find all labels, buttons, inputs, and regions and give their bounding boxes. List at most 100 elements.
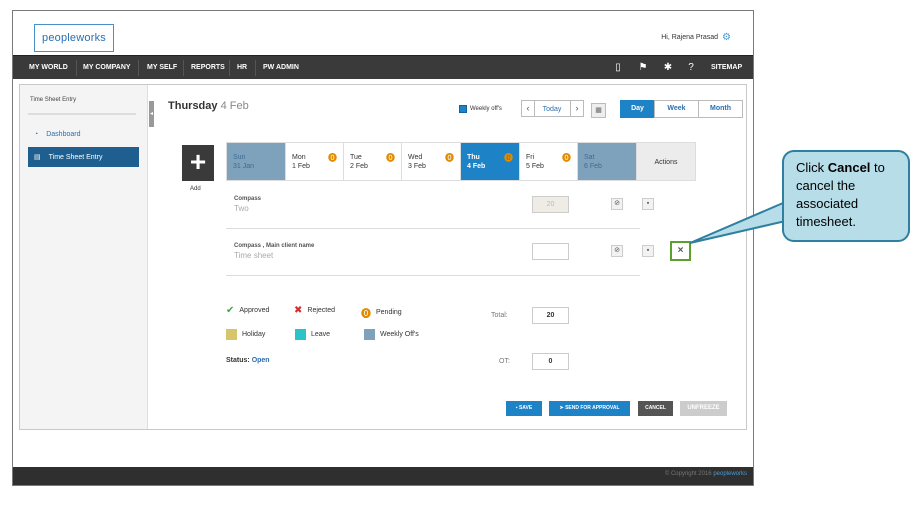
comment-icon[interactable]: ▪ (642, 198, 654, 210)
timesheet-main: Thursday 4 Feb Weekly off's ‹ Today › ▦ … (154, 85, 746, 429)
status-text: Status: Open (226, 357, 270, 364)
flag-icon[interactable]: ⚑ (633, 56, 653, 80)
nav-my-self[interactable]: MY SELF (139, 56, 185, 80)
pending-icon: ⓿ (385, 153, 395, 163)
timesheet-row-label: Compass Two (234, 195, 261, 213)
day-header-sun[interactable]: Sun 31 Jan (226, 142, 286, 181)
page-title: Thursday 4 Feb (168, 100, 249, 112)
top-nav-bar: MY WORLD MY COMPANY MY SELF REPORTS HR P… (13, 55, 753, 79)
sidebar-item-label: Dashboard (46, 130, 81, 138)
next-day-button[interactable]: › (570, 100, 584, 117)
save-button[interactable]: ▪ SAVE (506, 401, 542, 416)
today-button[interactable]: Today (534, 100, 570, 117)
pending-icon: ⓿ (361, 309, 371, 320)
timesheet-icon: ▤ (34, 154, 41, 161)
pending-icon: ⓿ (444, 153, 454, 163)
day-header-fri[interactable]: Fri 5 Feb ⓿ (519, 142, 578, 181)
day-header-date: 3 Feb (408, 163, 426, 170)
day-header-name: Sun (233, 154, 246, 161)
row-task: Two (234, 204, 249, 213)
sidebar-item-time-sheet-entry[interactable]: ▤ Time Sheet Entry (28, 147, 139, 167)
help-icon[interactable]: ? (681, 56, 701, 80)
cancel-button[interactable]: CANCEL (638, 401, 673, 416)
footer-copyright: © Copyright 2016 peopleworks (665, 471, 747, 477)
logo-text: peopleworks (42, 32, 106, 44)
row-task: Time sheet (234, 251, 274, 260)
greeting-text: Hi, Rajena Prasad (661, 34, 719, 41)
checkbox-icon (459, 105, 467, 113)
day-header-thu[interactable]: Thu 4 Feb ⓿ (460, 142, 520, 181)
nav-hr[interactable]: HR (229, 56, 255, 80)
day-header-wed[interactable]: Wed 3 Feb ⓿ (401, 142, 461, 181)
nav-my-company[interactable]: MY COMPANY (75, 56, 139, 80)
day-header-date: 6 Feb (584, 163, 602, 170)
total-label: Total: (491, 312, 508, 319)
nav-reports[interactable]: REPORTS (183, 56, 233, 80)
tab-month[interactable]: Month (698, 100, 743, 118)
attachment-icon[interactable]: ⊘ (611, 198, 623, 210)
sidebar-title: Time Sheet Entry (30, 97, 77, 103)
ot-label: OT: (499, 358, 510, 365)
copyright-text: © Copyright 2016 (664, 471, 712, 477)
tab-week[interactable]: Week (654, 100, 699, 118)
dashboard-icon: ◔ (34, 130, 39, 138)
day-name: Thursday (168, 100, 218, 112)
callout-bold: Cancel (827, 160, 871, 175)
nav-sitemap[interactable]: SITEMAP (703, 56, 750, 80)
row-project: Compass , Main client name (234, 243, 315, 249)
calendar-icon[interactable]: ▦ (591, 103, 606, 118)
legend-label: Holiday (242, 331, 266, 338)
status-label: Status: (226, 357, 250, 364)
add-label: Add (190, 186, 201, 192)
legend-leave: Leave (295, 329, 330, 340)
nav-pw-admin[interactable]: PW ADMIN (255, 56, 307, 80)
day-header-sat[interactable]: Sat 6 Feb (577, 142, 637, 181)
day-header-date: 5 Feb (526, 163, 544, 170)
pending-icon: ⓿ (503, 153, 513, 163)
peopleworks-logo[interactable]: peopleworks (34, 24, 114, 52)
instruction-callout: Click Cancel to cancel the associated ti… (782, 150, 910, 242)
sidebar: Time Sheet Entry ◔ Dashboard ▤ Time Shee… (20, 85, 148, 429)
weekly-off-swatch (364, 329, 375, 340)
cancel-row-button[interactable]: × (670, 241, 691, 261)
save-label: SAVE (518, 405, 533, 411)
legend-label: Weekly Off's (380, 331, 419, 338)
tab-day[interactable]: Day (620, 100, 655, 118)
attachment-icon[interactable]: ⊘ (611, 245, 623, 257)
total-value: 20 (532, 307, 569, 324)
settings-gear-icon[interactable]: ⚙ (722, 32, 731, 43)
day-header-name: Sat (584, 154, 595, 161)
row-divider (226, 228, 640, 229)
send-for-approval-button[interactable]: ➤ SEND FOR APPROVAL (549, 401, 630, 416)
pending-icon: ⓿ (327, 153, 337, 163)
holiday-swatch (226, 329, 237, 340)
row-project: Compass (234, 196, 262, 202)
day-date: 4 Feb (220, 100, 249, 112)
timesheet-row-label: Compass , Main client name Time sheet (234, 242, 314, 260)
sidebar-divider (28, 113, 136, 115)
rejected-icon: ✖ (294, 305, 303, 316)
nav-my-world[interactable]: MY WORLD (21, 56, 76, 80)
day-header-date: 1 Feb (292, 163, 310, 170)
day-header-tue[interactable]: Tue 2 Feb ⓿ (343, 142, 402, 181)
add-entry-button[interactable]: + (182, 145, 214, 181)
sidebar-item-dashboard[interactable]: ◔ Dashboard (28, 124, 139, 144)
leave-swatch (295, 329, 306, 340)
legend-pending: ⓿ Pending (361, 305, 402, 320)
comment-icon[interactable]: ▪ (642, 245, 654, 257)
legend-label: Approved (239, 307, 270, 314)
footer-bar: © Copyright 2016 peopleworks (13, 467, 753, 485)
prev-day-button[interactable]: ‹ (521, 100, 535, 117)
hours-input[interactable] (532, 243, 569, 260)
legend-weekly-offs: Weekly Off's (364, 329, 419, 340)
book-icon[interactable]: ▯ (608, 56, 628, 80)
day-header-mon[interactable]: Mon 1 Feb ⓿ (285, 142, 344, 181)
unfreeze-button[interactable]: UNFREEZE (680, 401, 727, 416)
page-content: Time Sheet Entry ◔ Dashboard ▤ Time Shee… (19, 84, 747, 430)
tools-icon[interactable]: ✱ (658, 56, 678, 80)
weekly-offs-checkbox[interactable]: Weekly off's (459, 105, 502, 113)
legend-rejected: ✖ Rejected (294, 305, 335, 316)
footer-logo: peopleworks (713, 471, 747, 477)
callout-prefix: Click (796, 160, 828, 175)
send-label: SEND FOR APPROVAL (565, 405, 620, 411)
